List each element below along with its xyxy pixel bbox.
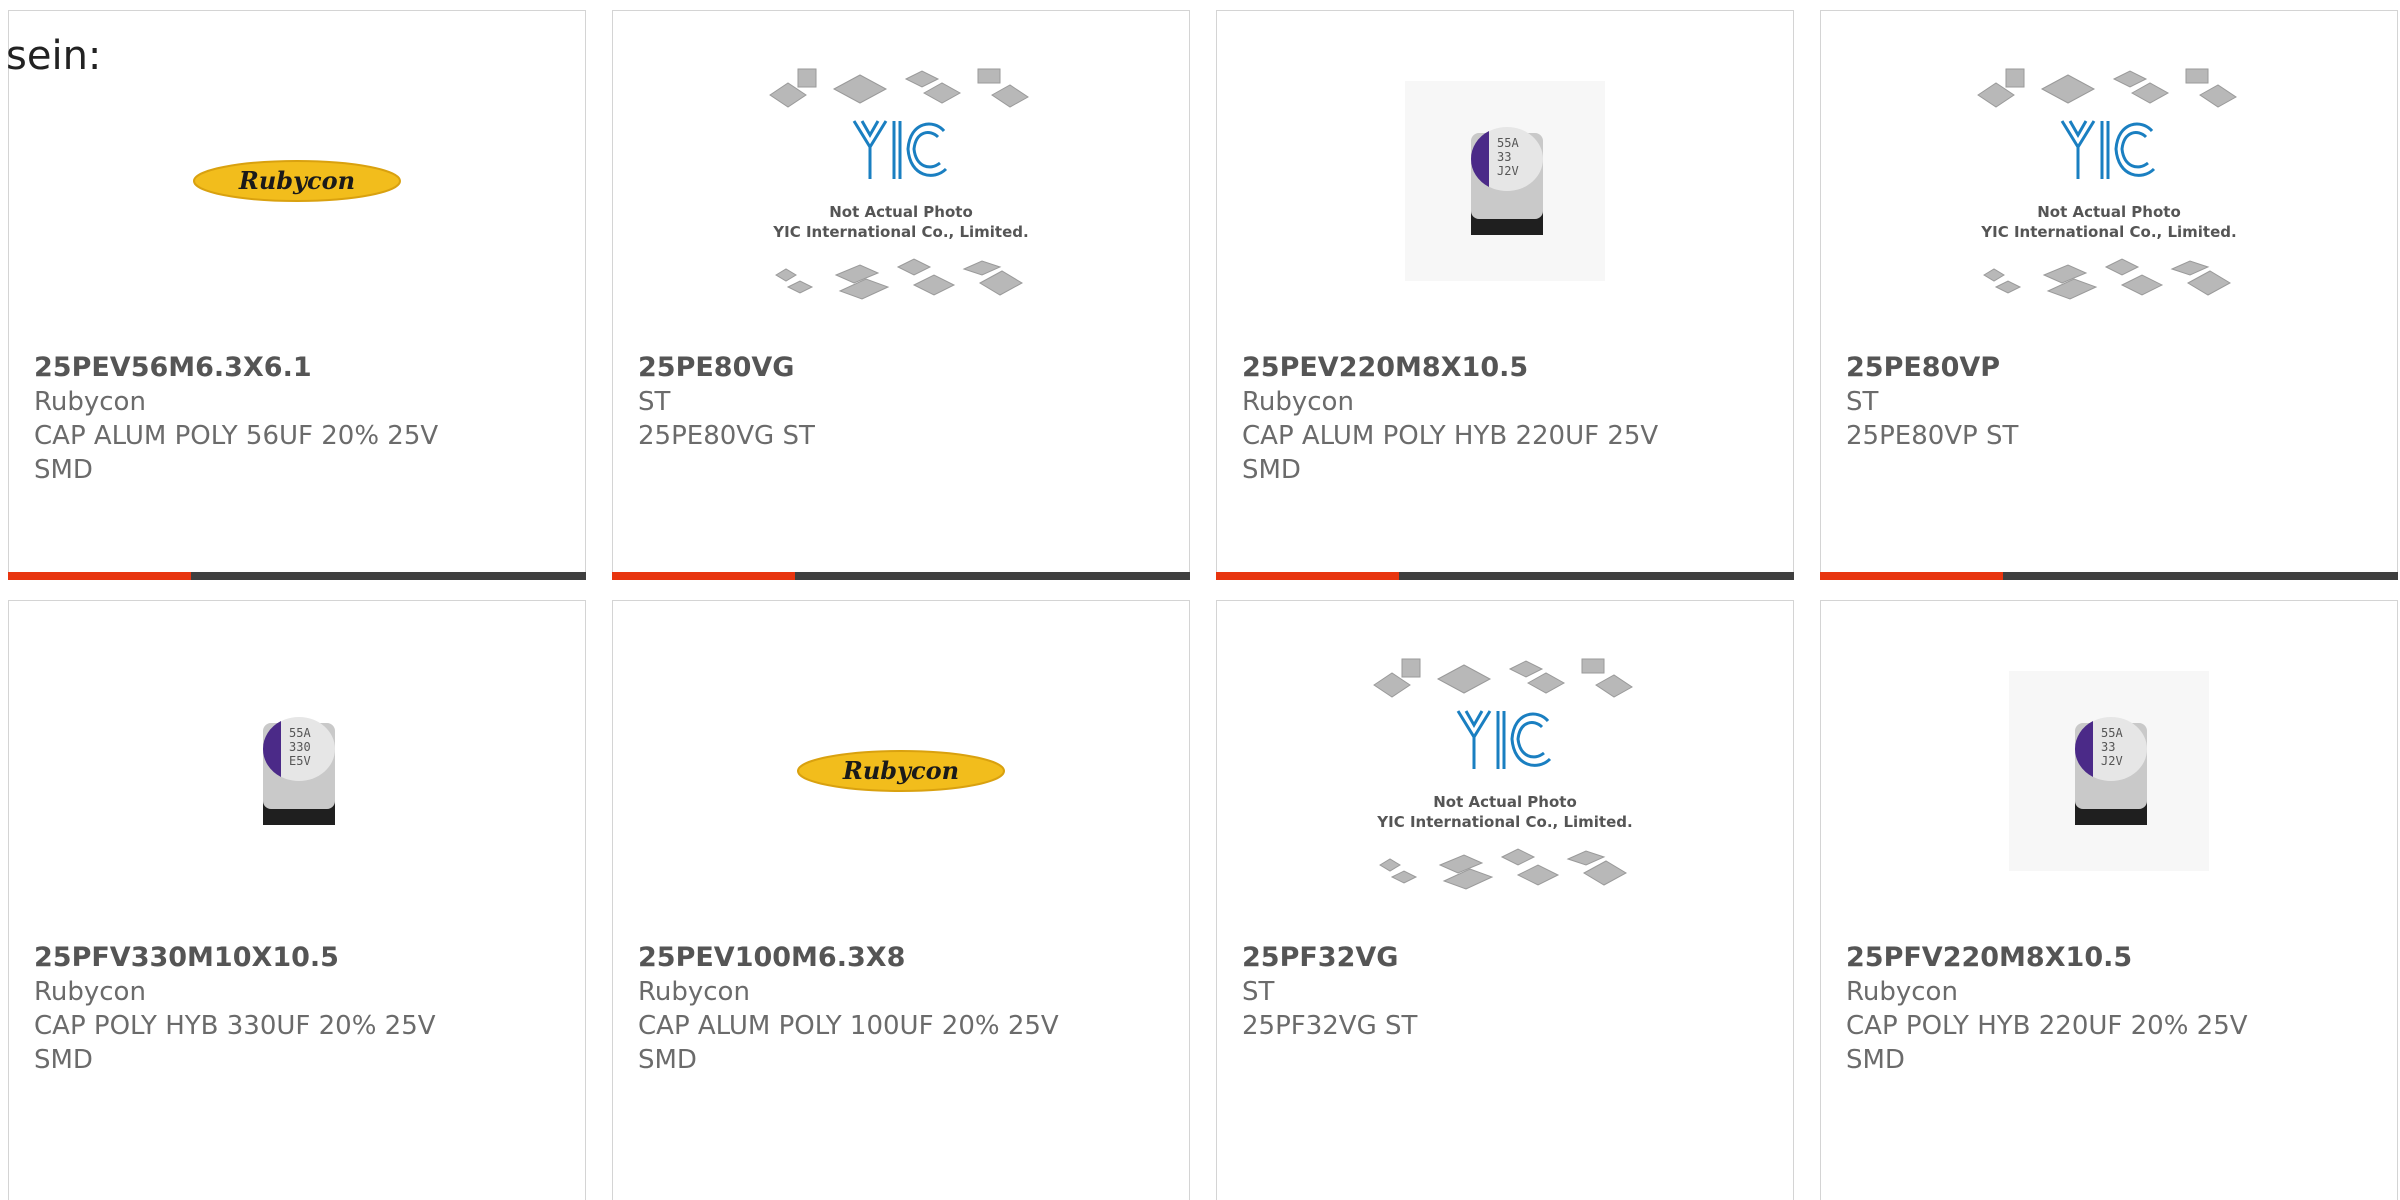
- brand-name: Rubycon: [34, 387, 146, 417]
- product-card[interactable]: Rubycon 25PEV100M6.3X8 Rubycon CAP ALUM …: [612, 600, 1190, 1200]
- description-line2: SMD: [1242, 455, 1301, 485]
- product-card[interactable]: Not Actual Photo YIC International Co., …: [1820, 10, 2398, 580]
- yic-placeholder-image: Not Actual Photo YIC International Co., …: [1373, 658, 1633, 890]
- product-image[interactable]: Rubycon: [613, 641, 1189, 901]
- product-info: 25PF32VG ST 25PF32VG ST: [1242, 941, 1762, 1043]
- product-image[interactable]: Not Actual Photo YIC International Co., …: [1821, 51, 2397, 311]
- capacitor-image: 55A 33 J2V: [1405, 81, 1605, 281]
- yic-placeholder-image: Not Actual Photo YIC International Co., …: [1977, 68, 2237, 300]
- card-underbar: [612, 572, 1190, 580]
- brand-name: Rubycon: [1242, 387, 1354, 417]
- card-underbar-accent: [1820, 572, 2003, 580]
- card-underbar-accent: [612, 572, 795, 580]
- part-number[interactable]: 25PE80VG: [638, 351, 1158, 385]
- card-underbar: [8, 572, 586, 580]
- part-number[interactable]: 25PE80VP: [1846, 351, 2366, 385]
- product-card[interactable]: 55A 33 J2V 25PFV220M8X10.5 Rubycon CAP P…: [1820, 600, 2398, 1200]
- card-underbar: [1216, 572, 1794, 580]
- brand-name: Rubycon: [34, 977, 146, 1007]
- product-info: 25PEV100M6.3X8 Rubycon CAP ALUM POLY 100…: [638, 941, 1158, 1077]
- part-number[interactable]: 25PFV330M10X10.5: [34, 941, 554, 975]
- svg-text:Rubycon: Rubycon: [842, 756, 959, 785]
- product-card[interactable]: Not Actual Photo YIC International Co., …: [612, 10, 1190, 580]
- product-image[interactable]: 55A 33 J2V: [1821, 641, 2397, 901]
- product-info: 25PEV220M8X10.5 Rubycon CAP ALUM POLY HY…: [1242, 351, 1762, 487]
- product-image[interactable]: 55A 330 E5V: [9, 641, 585, 901]
- product-info: 25PFV330M10X10.5 Rubycon CAP POLY HYB 33…: [34, 941, 554, 1077]
- description-line2: SMD: [34, 1045, 93, 1075]
- card-underbar-accent: [1216, 572, 1399, 580]
- svg-text:J2V: J2V: [1497, 164, 1519, 178]
- svg-text:J2V: J2V: [2101, 754, 2123, 768]
- svg-text:E5V: E5V: [289, 754, 311, 768]
- card-underbar: [1820, 572, 2398, 580]
- svg-text:YIC International Co., Limited: YIC International Co., Limited.: [1376, 813, 1632, 831]
- part-number[interactable]: 25PEV220M8X10.5: [1242, 351, 1762, 385]
- product-image[interactable]: Not Actual Photo YIC International Co., …: [613, 51, 1189, 311]
- rubycon-logo: Rubycon: [193, 160, 401, 202]
- rubycon-logo: Rubycon: [797, 750, 1005, 792]
- svg-text:33: 33: [1497, 150, 1511, 164]
- product-info: 25PE80VP ST 25PE80VP ST: [1846, 351, 2366, 453]
- description: CAP ALUM POLY 56UF 20% 25V: [34, 421, 439, 451]
- description: CAP ALUM POLY 100UF 20% 25V: [638, 1011, 1059, 1041]
- product-card[interactable]: 55A 33 J2V 25PEV220M8X10.5 Rubycon CAP A…: [1216, 10, 1794, 580]
- brand-name: Rubycon: [638, 977, 750, 1007]
- part-number[interactable]: 25PF32VG: [1242, 941, 1762, 975]
- svg-text:Not Actual Photo: Not Actual Photo: [1433, 793, 1577, 811]
- brand-name: ST: [1846, 387, 1879, 417]
- product-info: 25PE80VG ST 25PE80VG ST: [638, 351, 1158, 453]
- description-line2: SMD: [34, 455, 93, 485]
- product-grid: Rubycon 25PEV56M6.3X6.1 Rubycon CAP ALUM…: [8, 10, 2400, 1200]
- svg-text:Not Actual Photo: Not Actual Photo: [2037, 203, 2181, 221]
- description: CAP POLY HYB 220UF 20% 25V: [1846, 1011, 2248, 1041]
- product-image[interactable]: Not Actual Photo YIC International Co., …: [1217, 641, 1793, 901]
- product-card[interactable]: Rubycon 25PEV56M6.3X6.1 Rubycon CAP ALUM…: [8, 10, 586, 580]
- brand-name: ST: [1242, 977, 1275, 1007]
- product-info: 25PEV56M6.3X6.1 Rubycon CAP ALUM POLY 56…: [34, 351, 554, 487]
- capacitor-image: 55A 33 J2V: [2009, 671, 2209, 871]
- description: 25PF32VG ST: [1242, 1011, 1418, 1041]
- description: CAP POLY HYB 330UF 20% 25V: [34, 1011, 436, 1041]
- svg-text:55A: 55A: [1497, 136, 1519, 150]
- capacitor-image: 55A 330 E5V: [262, 717, 335, 825]
- svg-text:330: 330: [289, 740, 311, 754]
- svg-text:Rubycon: Rubycon: [238, 166, 355, 195]
- product-card[interactable]: 55A 330 E5V 25PFV330M10X10.5 Rubycon CAP…: [8, 600, 586, 1200]
- description: 25PE80VP ST: [1846, 421, 2019, 451]
- product-image[interactable]: Rubycon: [9, 51, 585, 311]
- svg-text:Not Actual Photo: Not Actual Photo: [829, 203, 973, 221]
- product-info: 25PFV220M8X10.5 Rubycon CAP POLY HYB 220…: [1846, 941, 2366, 1077]
- part-number[interactable]: 25PFV220M8X10.5: [1846, 941, 2366, 975]
- product-card[interactable]: Not Actual Photo YIC International Co., …: [1216, 600, 1794, 1200]
- card-underbar-accent: [8, 572, 191, 580]
- svg-text:YIC International Co., Limited: YIC International Co., Limited.: [772, 223, 1028, 241]
- part-number[interactable]: 25PEV100M6.3X8: [638, 941, 1158, 975]
- intro-text: sein:: [6, 33, 102, 79]
- svg-text:YIC International Co., Limited: YIC International Co., Limited.: [1980, 223, 2236, 241]
- svg-text:33: 33: [2101, 740, 2115, 754]
- product-image[interactable]: 55A 33 J2V: [1217, 51, 1793, 311]
- yic-placeholder-image: Not Actual Photo YIC International Co., …: [769, 68, 1029, 300]
- brand-name: ST: [638, 387, 671, 417]
- part-number[interactable]: 25PEV56M6.3X6.1: [34, 351, 554, 385]
- svg-text:55A: 55A: [289, 726, 311, 740]
- description-line2: SMD: [1846, 1045, 1905, 1075]
- description: CAP ALUM POLY HYB 220UF 25V: [1242, 421, 1659, 451]
- brand-name: Rubycon: [1846, 977, 1958, 1007]
- description-line2: SMD: [638, 1045, 697, 1075]
- svg-text:55A: 55A: [2101, 726, 2123, 740]
- description: 25PE80VG ST: [638, 421, 815, 451]
